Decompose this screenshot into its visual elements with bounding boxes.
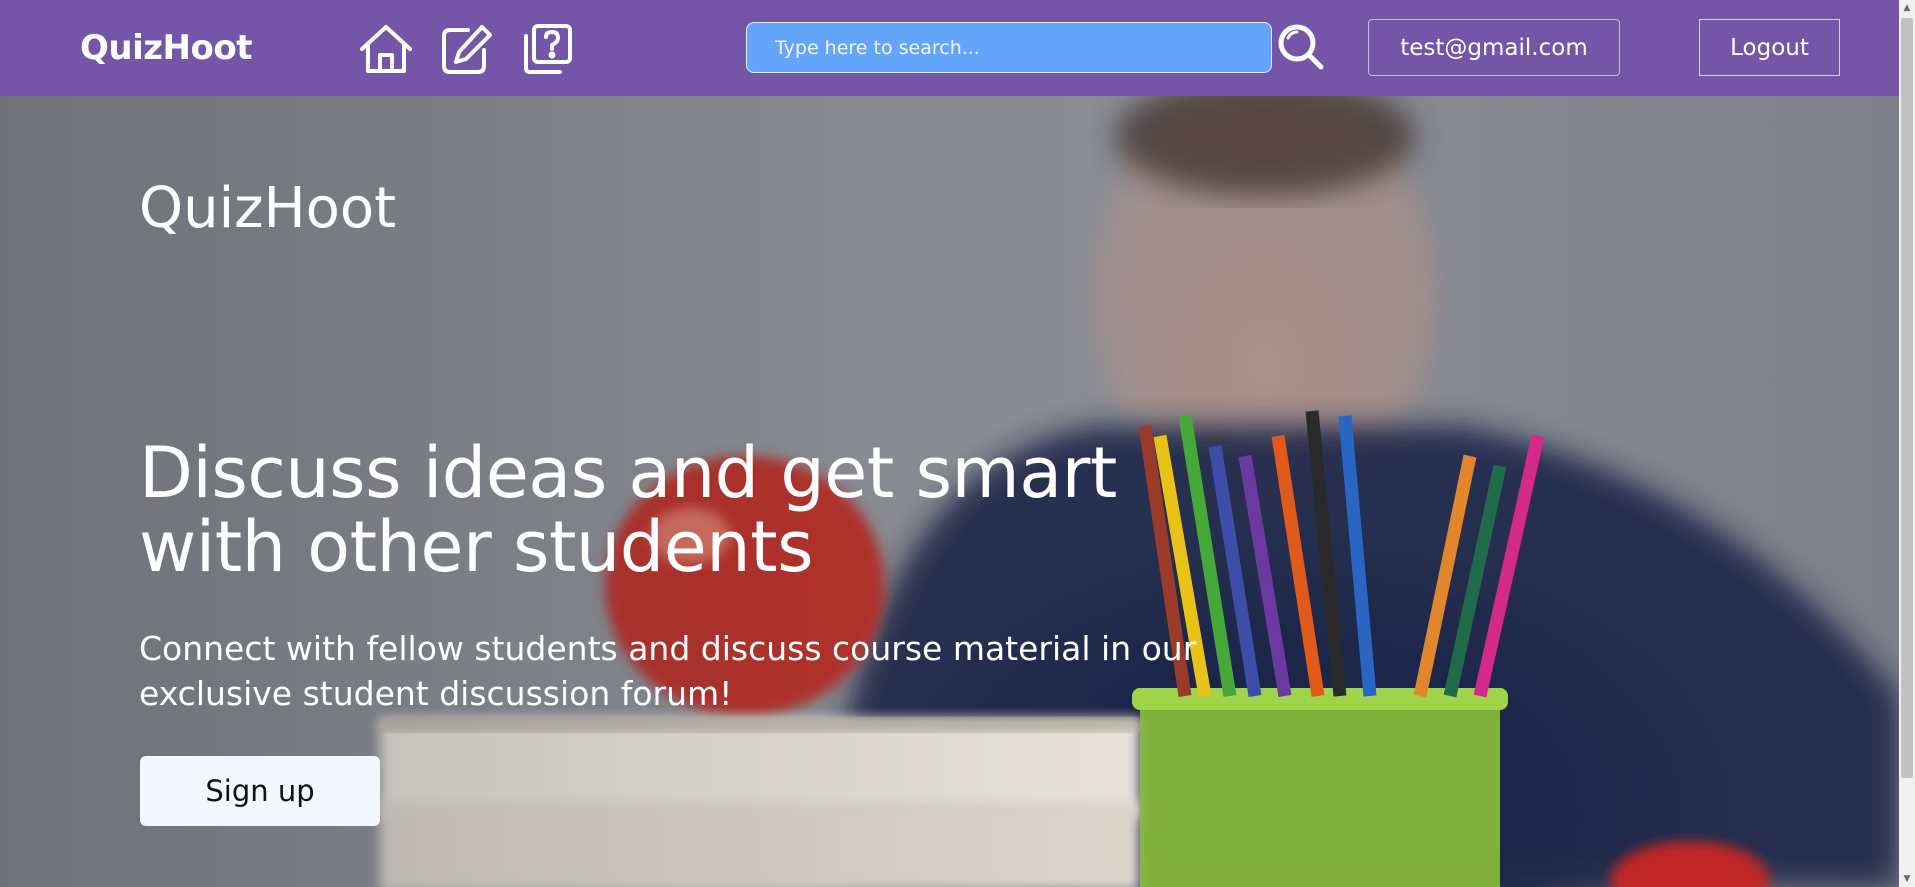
edit-icon[interactable] [438, 22, 494, 76]
top-navbar: QuizHoot test@gmail.com Logout [0, 0, 1899, 96]
search-icon[interactable] [1276, 22, 1326, 72]
hero-headline: Discuss ideas and get smart with other s… [139, 432, 1117, 588]
brand-logo[interactable]: QuizHoot [80, 28, 252, 68]
signup-button[interactable]: Sign up [140, 756, 380, 826]
scroll-up-arrow-icon[interactable]: ▲ [1899, 0, 1915, 16]
home-icon[interactable] [358, 22, 414, 76]
logout-button[interactable]: Logout [1699, 19, 1840, 76]
questions-icon[interactable] [518, 22, 574, 76]
hero-subtext: Connect with fellow students and discuss… [139, 629, 1197, 713]
hero-section: QuizHoot Discuss ideas and get smart wit… [0, 96, 1899, 887]
search-input[interactable] [746, 22, 1272, 73]
page-scrollbar[interactable]: ▲ ▼ [1899, 0, 1915, 887]
scroll-down-arrow-icon[interactable]: ▼ [1899, 871, 1915, 887]
user-email-badge[interactable]: test@gmail.com [1368, 19, 1620, 76]
hero-title: QuizHoot [139, 176, 397, 241]
scroll-thumb[interactable] [1901, 18, 1913, 778]
